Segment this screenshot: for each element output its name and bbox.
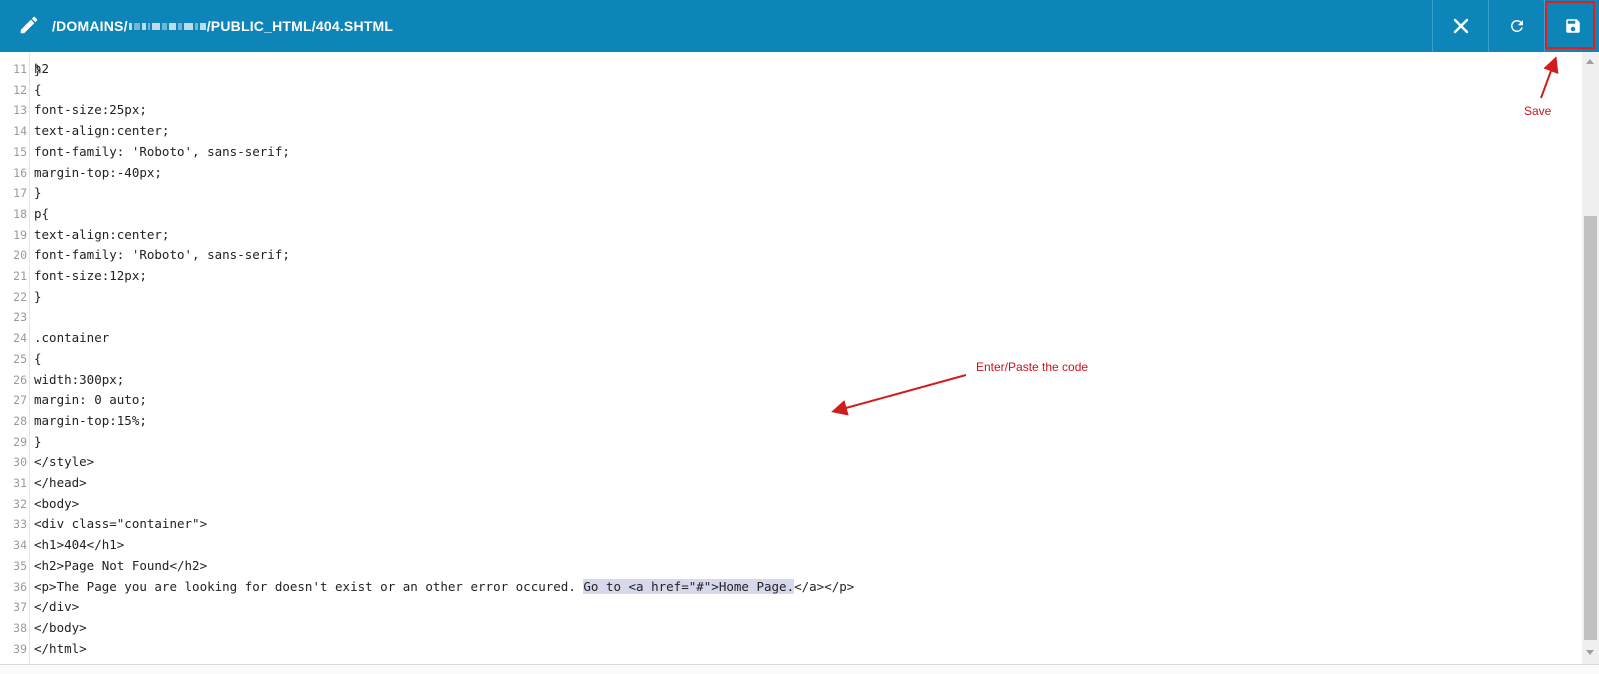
line-number: 34 xyxy=(13,538,27,553)
line-number: 25 xyxy=(13,351,27,366)
pencil-icon xyxy=(20,16,38,34)
line-text: margin-top:-40px; xyxy=(34,164,162,180)
line-text: { xyxy=(34,350,42,366)
line-number: 30 xyxy=(13,455,27,470)
file-path-title: /DOMAINS/ /PUBLIC_HTML/404.SHTML xyxy=(52,0,393,52)
line-number: 11 xyxy=(13,62,27,76)
line-text: <p>The Page you are looking for doesn't … xyxy=(34,578,855,594)
line-number: 27 xyxy=(13,393,27,408)
line-number: 38 xyxy=(13,620,27,635)
line-number: 33 xyxy=(13,517,27,532)
line-number: 35 xyxy=(13,558,27,573)
line-number: 26 xyxy=(13,372,27,387)
line-text: .container xyxy=(34,330,110,346)
line-number: 12 xyxy=(13,82,27,97)
line-text: </head> xyxy=(34,475,87,490)
line-text: </html> xyxy=(34,640,87,656)
line-text: margin: 0 auto; xyxy=(34,392,147,408)
scroll-up-arrow-icon[interactable] xyxy=(1586,59,1594,64)
line-number: 15 xyxy=(13,144,27,159)
close-button[interactable] xyxy=(1432,0,1489,52)
line-number: 20 xyxy=(13,248,27,263)
line-text: <div class="container"> xyxy=(34,516,208,532)
line-number: 28 xyxy=(13,413,27,428)
line-text: font-family: 'Roboto', sans-serif; xyxy=(34,247,290,263)
line-text: font-size:12px; xyxy=(34,268,147,283)
paste-annotation-label: Enter/Paste the code xyxy=(976,360,1089,374)
file-path-suffix: /PUBLIC_HTML/404.SHTML xyxy=(206,18,394,34)
line-number: 36 xyxy=(13,579,27,594)
line-number: 16 xyxy=(13,165,27,180)
scrollbar-thumb[interactable] xyxy=(1584,216,1597,640)
redacted-domain xyxy=(128,22,206,30)
line-text: <h2>Page Not Found</h2> xyxy=(34,557,208,573)
line-text: </div> xyxy=(34,599,80,615)
line-text: } xyxy=(34,185,42,201)
reload-icon xyxy=(1510,19,1523,32)
line-text: margin-top:15%; xyxy=(34,412,147,428)
line-text: </style> xyxy=(34,454,95,470)
bottom-edge xyxy=(0,664,1599,674)
floppy-save-icon xyxy=(1565,19,1580,33)
line-text: } xyxy=(34,433,42,449)
vertical-scrollbar[interactable] xyxy=(1582,52,1599,664)
line-number: 14 xyxy=(13,124,27,139)
line-number: 32 xyxy=(13,496,27,511)
line-number: 19 xyxy=(13,227,27,242)
line-text: { xyxy=(34,81,42,97)
line-number: 13 xyxy=(13,103,27,118)
line-number: 39 xyxy=(13,641,27,656)
file-path-prefix: /DOMAINS/ xyxy=(52,18,128,34)
selected-text: Go to <a href="#">Home Page. xyxy=(583,578,795,594)
line-text: <h1>404</h1> xyxy=(34,537,125,553)
line-number: 31 xyxy=(13,476,27,490)
reload-button[interactable] xyxy=(1488,0,1545,52)
scroll-down-arrow-icon[interactable] xyxy=(1586,650,1594,655)
line-text: text-align:center; xyxy=(34,226,170,242)
line-number: 21 xyxy=(13,269,27,283)
line-number: 29 xyxy=(13,434,27,449)
line-text: </body> xyxy=(34,619,87,635)
editor-title-bar: /DOMAINS/ /PUBLIC_HTML/404.SHTML xyxy=(0,0,1599,52)
save-button[interactable] xyxy=(1544,0,1599,52)
line-text: <body> xyxy=(34,495,80,511)
line-number: 22 xyxy=(13,289,27,304)
code-editor[interactable]: } 11 h2 12 {13 font-size:25px; 14 text-align:c… xyxy=(0,52,1582,664)
line-text: } xyxy=(34,288,42,304)
gutter-divider xyxy=(29,52,30,664)
close-icon xyxy=(1453,18,1469,34)
line-number: 23 xyxy=(13,310,27,325)
line-number: 18 xyxy=(13,206,27,221)
line-text: font-size:25px; xyxy=(34,102,147,118)
line-text: width:300px; xyxy=(34,371,125,387)
line-text: font-family: 'Roboto', sans-serif; xyxy=(34,143,290,159)
file-editor-window: /DOMAINS/ /PUBLIC_HTML/404.SHTML} 11 h2… xyxy=(0,0,1599,674)
line-text: h2 xyxy=(34,61,50,76)
line-number: 24 xyxy=(13,331,27,346)
line-number: 17 xyxy=(13,186,27,201)
line-text: text-align:center; xyxy=(34,123,170,139)
save-annotation-label: Save xyxy=(1524,104,1552,118)
line-number: 37 xyxy=(13,600,27,615)
line-text: p{ xyxy=(34,205,50,221)
